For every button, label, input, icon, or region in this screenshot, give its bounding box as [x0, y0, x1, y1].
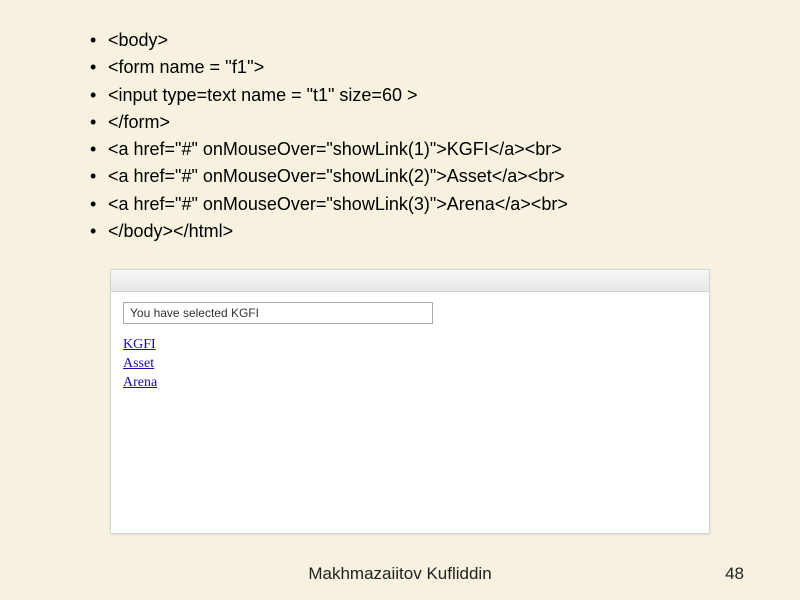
code-text: <a href="#" onMouseOver="showLink(3)">Ar… [108, 194, 568, 214]
code-text: <input type=text name = "t1" size=60 > [108, 85, 417, 105]
browser-body: KGFI Asset Arena [111, 292, 709, 403]
footer-author: Makhmazaiitov Kufliddin [0, 564, 800, 584]
browser-toolbar [111, 270, 709, 292]
code-line: <form name = ''f1''> [90, 55, 750, 79]
code-line: <body> [90, 28, 750, 52]
page-number: 48 [725, 564, 744, 584]
code-text: <a href="#" onMouseOver="showLink(2)">As… [108, 166, 565, 186]
code-line: <a href="#" onMouseOver="showLink(2)">As… [90, 164, 750, 188]
code-line: <a href="#" onMouseOver="showLink(3)">Ar… [90, 192, 750, 216]
demo-text-input[interactable] [123, 302, 433, 324]
demo-link-asset[interactable]: Asset [123, 356, 154, 371]
code-text: <form name = ''f1''> [108, 57, 264, 77]
slide-content: <body> <form name = ''f1''> <input type=… [0, 0, 800, 534]
code-line: <a href="#" onMouseOver="showLink(1)">KG… [90, 137, 750, 161]
demo-link-kgfi[interactable]: KGFI [123, 337, 156, 352]
code-text: <a href="#" onMouseOver="showLink(1)">KG… [108, 139, 562, 159]
code-text: <body> [108, 30, 168, 50]
code-line: </body></html> [90, 219, 750, 243]
demo-link-arena[interactable]: Arena [123, 375, 157, 390]
code-text: </body></html> [108, 221, 233, 241]
code-line: <input type=text name = "t1" size=60 > [90, 83, 750, 107]
browser-preview-frame: KGFI Asset Arena [110, 269, 710, 534]
code-text: </form> [108, 112, 170, 132]
code-listing: <body> <form name = ''f1''> <input type=… [50, 28, 750, 243]
code-line: </form> [90, 110, 750, 134]
